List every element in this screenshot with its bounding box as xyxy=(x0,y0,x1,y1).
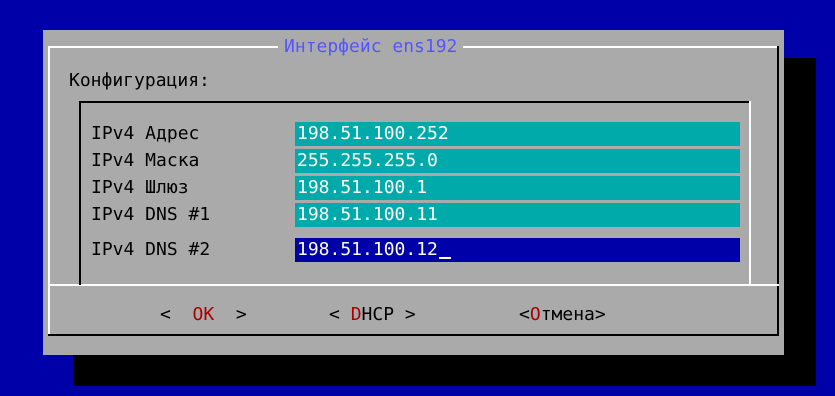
dhcp-bracket-right: > xyxy=(394,304,416,325)
ipv4-dns1-label: IPv4 DNS #1 xyxy=(91,204,211,225)
text-cursor xyxy=(438,257,451,259)
ok-bracket-right: > xyxy=(214,304,247,325)
dhcp-button[interactable]: < DHCP > xyxy=(329,300,416,330)
ipv4-dns2-label: IPv4 DNS #2 xyxy=(91,239,211,260)
interface-dialog: Интерфейс ens192 Конфигурация: IPv4 Адре… xyxy=(43,30,784,355)
inner-frame-top xyxy=(79,101,751,103)
cancel-button[interactable]: <Отмена> xyxy=(519,300,606,330)
cancel-label: тмена xyxy=(540,304,595,325)
ok-bracket-left: < xyxy=(160,304,193,325)
frame-bottom xyxy=(48,334,779,336)
ipv4-mask-input[interactable]: 255.255.255.0 xyxy=(295,149,740,173)
dhcp-hotkey: D xyxy=(350,304,362,325)
ok-hotkey: O xyxy=(192,304,204,325)
configuration-label: Конфигурация: xyxy=(69,70,210,91)
dhcp-bracket-left: < xyxy=(329,304,351,325)
ipv4-dns2-value: 198.51.100.12 xyxy=(297,239,438,260)
ipv4-address-label: IPv4 Адрес xyxy=(91,123,200,144)
ipv4-mask-label: IPv4 Маска xyxy=(91,150,200,171)
ipv4-address-input[interactable]: 198.51.100.252 xyxy=(295,122,740,146)
ok-button[interactable]: < OK > xyxy=(160,300,247,330)
ipv4-dns1-input[interactable]: 198.51.100.11 xyxy=(295,203,740,227)
ipv4-gateway-label: IPv4 Шлюз xyxy=(91,177,189,198)
cancel-hotkey: О xyxy=(529,304,541,325)
frame-left xyxy=(48,46,50,336)
ok-label: K xyxy=(203,304,215,325)
button-separator xyxy=(48,284,779,286)
inner-frame-right xyxy=(749,101,751,285)
inner-frame-left xyxy=(79,101,81,285)
ipv4-dns2-input[interactable]: 198.51.100.12 xyxy=(295,238,740,262)
dhcp-label: HCP xyxy=(361,304,395,325)
ipv4-gateway-input[interactable]: 198.51.100.1 xyxy=(295,176,740,200)
cancel-bracket-left: < xyxy=(519,304,530,325)
cancel-bracket-right: > xyxy=(594,304,606,325)
frame-right xyxy=(777,46,779,336)
dialog-title: Интерфейс ens192 xyxy=(278,32,464,62)
